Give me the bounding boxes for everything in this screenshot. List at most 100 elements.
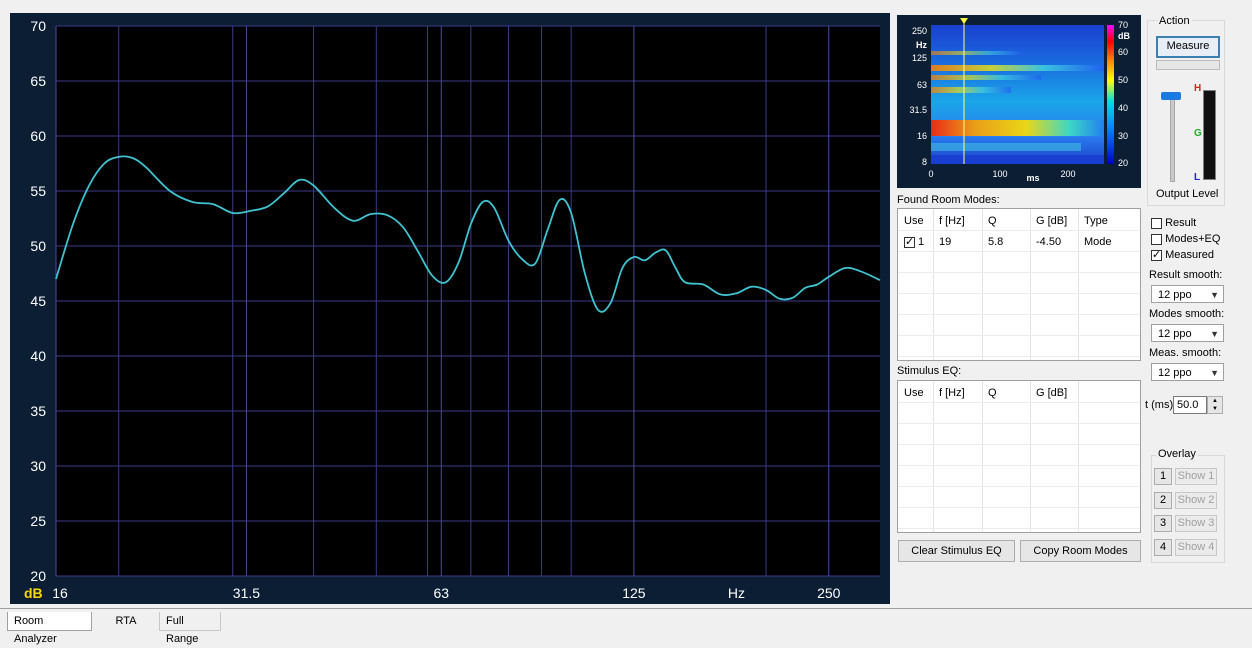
stimulus-eq-row-divider [898,507,1140,508]
tab-rta[interactable]: RTA [100,612,152,630]
overlay-slot-4[interactable]: 4 [1154,538,1172,556]
y-tick-label: 65 [30,73,46,89]
spectrogram-y-tick: 63 [917,80,927,90]
y-tick-label: 55 [30,183,46,199]
output-level-label: Output Level [1156,188,1219,200]
result-smooth-select[interactable]: 12 ppo ▼ [1151,285,1224,303]
stimulus-eq-row-divider [898,444,1140,445]
output-level-slider-thumb[interactable] [1161,92,1181,100]
spinner-down-icon[interactable]: ▼ [1208,405,1222,413]
output-level-slider-track[interactable] [1170,92,1175,182]
room-modes-row-divider [898,230,1140,231]
copy-room-modes-button[interactable]: Copy Room Modes [1020,540,1141,562]
spectrogram-x-tick: 200 [1060,169,1075,179]
color-scale-tick: 50 [1118,75,1128,85]
output-level-meter [1203,90,1216,180]
x-tick-label: 31.5 [233,585,260,601]
result-checkbox[interactable] [1151,217,1162,229]
time-spinner[interactable]: ▲ ▼ [1207,396,1223,414]
measure-progress-bar [1156,60,1220,70]
spectrogram-panel[interactable]: 250 Hz 125 63 31.5 16 8 0 100 ms 200 70 dB 60 50 40 30… [897,15,1141,188]
overlay-show-1-button[interactable]: Show 1 [1175,468,1217,485]
measured-checkbox-row[interactable]: Measured [1151,248,1214,261]
stimulus-eq-header-0[interactable]: Use [904,387,924,399]
spectrogram-y-tick: Hz [916,40,927,50]
room-modes-cell: 19 [939,236,952,248]
room-modes-use-checkbox[interactable] [904,235,915,248]
x-tick-label: 16 [52,585,68,601]
room-modes-header-4[interactable]: Type [1084,215,1108,227]
color-scale-tick: dB [1118,31,1130,41]
room-modes-header-3[interactable]: G [dB] [1036,215,1067,227]
room-modes-column-divider [933,209,934,360]
y-tick-label: 20 [30,568,46,584]
meter-good-label: G [1194,128,1202,139]
overlay-slot-1[interactable]: 1 [1154,468,1172,485]
stimulus-eq-column-divider [1030,381,1031,532]
spectrogram-plot: 250 Hz 125 63 31.5 16 8 0 100 ms 200 70dB 60 50 40 30… [909,18,1130,183]
tab-full-range[interactable]: Full Range [159,612,221,645]
measure-button[interactable]: Measure [1156,36,1220,58]
stimulus-eq-title: Stimulus EQ: [897,365,962,377]
room-modes-header-1[interactable]: f [Hz] [939,215,965,227]
y-tick-label: 40 [30,348,46,364]
chevron-down-icon: ▼ [1210,329,1219,339]
room-modes-row-divider [898,356,1140,357]
color-scale-tick: 30 [1118,131,1128,141]
room-modes-header-0[interactable]: Use [904,215,924,227]
y-tick-label: 45 [30,293,46,309]
color-scale-bar [1107,25,1114,164]
overlay-show-3-button[interactable]: Show 3 [1175,515,1217,532]
overlay-slot-3[interactable]: 3 [1154,515,1172,532]
spectrogram-y-tick: 250 [912,26,927,36]
room-modes-column-divider [982,209,983,360]
modes-eq-checkbox[interactable] [1151,233,1162,245]
overlay-slot-2[interactable]: 2 [1154,491,1172,509]
overlay-show-4-button[interactable]: Show 4 [1175,538,1217,556]
measured-checkbox[interactable] [1151,248,1162,261]
stimulus-eq-header-2[interactable]: Q [988,387,997,399]
stimulus-eq-column-divider [1078,381,1079,532]
room-modes-row-divider [898,293,1140,294]
meas-smooth-select[interactable]: 12 ppo ▼ [1151,363,1224,381]
spinner-up-icon[interactable]: ▲ [1208,397,1222,405]
result-checkbox-row[interactable]: Result [1151,217,1196,229]
meas-smooth-label: Meas. smooth: [1149,347,1222,359]
stimulus-eq-row-divider [898,423,1140,424]
overlay-show-2-button[interactable]: Show 2 [1175,491,1217,509]
stimulus-eq-table[interactable]: Use f [Hz] Q G [dB] [897,380,1141,533]
modes-smooth-select[interactable]: 12 ppo ▼ [1151,324,1224,342]
result-label: Result [1165,217,1197,229]
stimulus-eq-header-1[interactable]: f [Hz] [939,387,965,399]
frequency-response-chart[interactable]: 70 65 60 55 50 45 40 35 30 25 20 16 31.5 63 125 250 dB Hz [10,13,890,604]
room-modes-header-2[interactable]: Q [988,215,997,227]
chevron-down-icon: ▼ [1210,368,1219,378]
y-axis-unit-label: dB [24,585,43,601]
measured-label: Measured [1165,249,1214,261]
y-tick-label: 60 [30,128,46,144]
stimulus-eq-row-divider [898,528,1140,529]
x-tick-label: 125 [622,585,646,601]
time-input[interactable]: 50.0 [1173,396,1207,414]
room-modes-row-divider [898,251,1140,252]
meas-smooth-value: 12 ppo [1158,367,1192,379]
room-modes-cell: 1 [918,236,925,248]
clear-stimulus-eq-button[interactable]: Clear Stimulus EQ [898,540,1015,562]
action-title: Action [1157,15,1192,27]
y-tick-label: 70 [30,18,46,34]
color-scale-tick: 70 [1118,20,1128,30]
tab-room-analyzer[interactable]: Room Analyzer [7,612,92,645]
spectrogram-x-tick: 0 [928,169,933,179]
modes-eq-checkbox-row[interactable]: Modes+EQ [1151,233,1220,245]
spectrogram-y-tick: 16 [917,131,927,141]
y-tick-label: 35 [30,403,46,419]
y-tick-label: 30 [30,458,46,474]
stimulus-eq-header-3[interactable]: G [dB] [1036,387,1067,399]
room-modes-row-divider [898,314,1140,315]
frequency-response-plot: 70 65 60 55 50 45 40 35 30 25 20 16 31.5 63 125 250 dB Hz [24,18,881,601]
room-modes-row-divider [898,335,1140,336]
room-modes-table[interactable]: Use f [Hz] Q G [dB] Type 1 19 5.8 -4.50 Mode [897,208,1141,361]
room-modes-cell: Mode [1084,236,1112,248]
modes-smooth-label: Modes smooth: [1149,308,1225,320]
room-modes-row-divider [898,272,1140,273]
